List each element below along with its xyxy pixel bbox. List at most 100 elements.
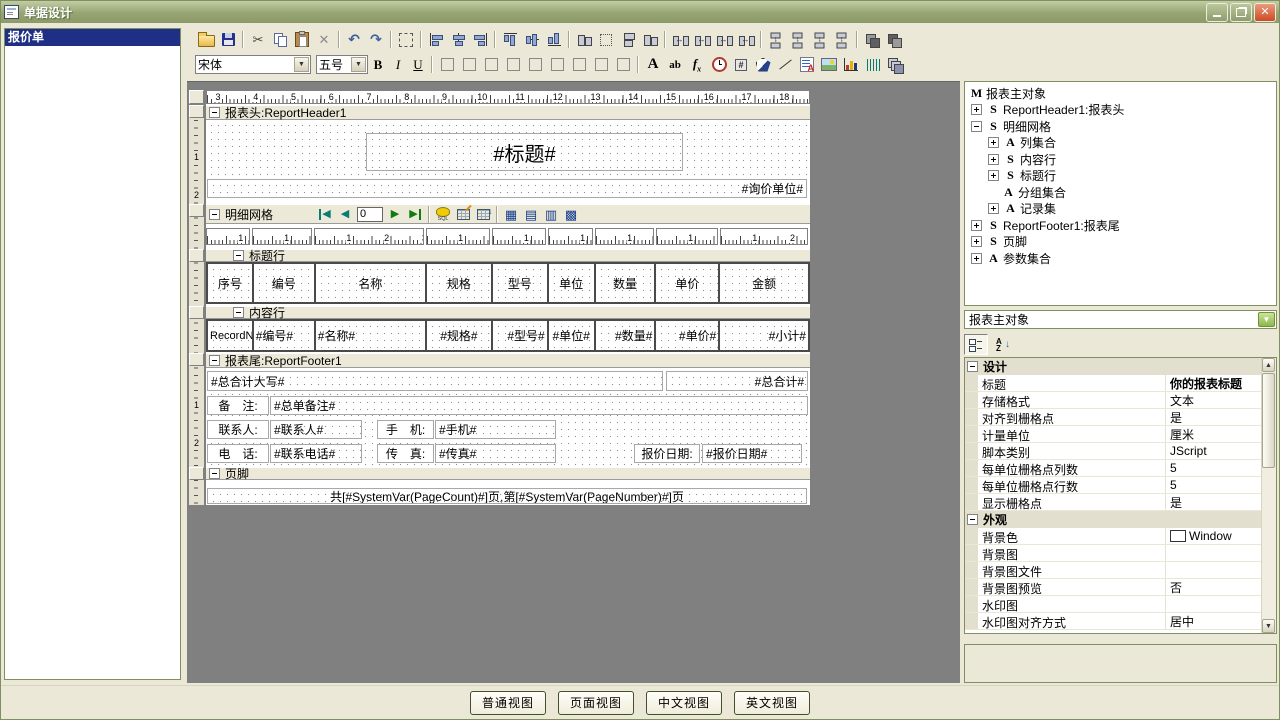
textalign-br-icon[interactable] (612, 54, 634, 75)
bold-button[interactable]: B (368, 55, 388, 75)
collapse-icon[interactable] (233, 307, 244, 318)
vspacing-remove-icon[interactable]: ↔ (831, 29, 853, 50)
contact-field[interactable]: #联系人# (270, 420, 362, 439)
copy-icon[interactable] (269, 29, 291, 50)
copies-icon[interactable] (884, 54, 906, 75)
font-family-combo[interactable]: 宋体 ▼ (195, 55, 311, 74)
content-cell[interactable]: #小计# (720, 321, 810, 350)
property-value[interactable] (1166, 545, 1262, 561)
tree-item[interactable]: S明细网格 (967, 118, 1274, 135)
title-cell[interactable]: 型号 (493, 264, 549, 302)
grid-all-icon[interactable]: ▦ (501, 204, 521, 225)
band-selector[interactable] (189, 467, 204, 480)
align-left-icon[interactable] (425, 29, 447, 50)
minimize-button[interactable] (1206, 3, 1228, 22)
textalign-mr-icon[interactable] (546, 54, 568, 75)
property-row[interactable]: 每单位栅格点列数5 (965, 460, 1262, 477)
property-value[interactable] (1166, 562, 1262, 578)
delete-icon[interactable]: ✕ (313, 29, 335, 50)
font-size-combo[interactable]: 五号 ▼ (316, 55, 368, 74)
expand-icon[interactable] (971, 236, 982, 247)
property-grid-scrollbar[interactable]: ▲ ▼ (1261, 358, 1276, 633)
object-selector-combo[interactable]: 报表主对象 ▼ (964, 310, 1277, 329)
tree-item[interactable]: A分组集合 (967, 184, 1274, 201)
property-value[interactable]: 厘米 (1166, 426, 1262, 442)
grand-total-field[interactable]: #总合计# (666, 371, 808, 391)
property-row[interactable]: 脚本类别JScript (965, 443, 1262, 460)
restore-button[interactable] (1230, 3, 1252, 22)
align-bottom-icon[interactable] (543, 29, 565, 50)
tree-item[interactable]: SReportFooter1:报表尾 (967, 217, 1274, 234)
collapse-icon[interactable] (971, 121, 982, 132)
scroll-down-icon[interactable]: ▼ (1262, 619, 1275, 633)
mobile-field[interactable]: #手机# (435, 420, 556, 439)
chevron-down-icon[interactable]: ▼ (294, 57, 309, 72)
band-report-footer[interactable]: 报表尾:ReportFooter1 (206, 353, 810, 368)
title-cell[interactable]: 金额 (720, 264, 810, 302)
categorized-icon[interactable] (964, 334, 988, 355)
collapse-icon[interactable] (967, 514, 978, 525)
align-vcenter-icon[interactable] (447, 29, 469, 50)
tree-item[interactable]: M报表主对象 (967, 85, 1274, 102)
contact-label[interactable]: 联系人: (207, 420, 269, 439)
property-value[interactable]: JScript (1166, 443, 1262, 459)
chevron-down-icon[interactable]: ▼ (1258, 312, 1275, 327)
property-value[interactable]: 否 (1166, 579, 1262, 595)
tree-item[interactable]: SReportHeader1:报表头 (967, 102, 1274, 119)
title-cell[interactable]: 序号 (208, 264, 254, 302)
band-detail-grid[interactable]: 明细网格 ◀◀▶▶SQL▦▤▥▩ (206, 204, 810, 224)
phone-label[interactable]: 电 话: (207, 444, 269, 463)
textalign-mc-icon[interactable] (524, 54, 546, 75)
nav-next-icon[interactable]: ▶ (385, 204, 405, 225)
alphabetical-icon[interactable]: AZ↓ (991, 334, 1015, 355)
scroll-up-icon[interactable]: ▲ (1262, 358, 1275, 372)
content-cell[interactable]: RecordNo (208, 321, 254, 350)
band-selector[interactable] (189, 306, 204, 319)
columns-icon[interactable] (473, 204, 493, 225)
report-list-item[interactable]: 报价单 (5, 29, 180, 46)
fax-label[interactable]: 传 真: (377, 444, 434, 463)
content-cell[interactable]: #单价# (656, 321, 720, 350)
pagenumber-icon[interactable]: # (730, 54, 752, 75)
property-row[interactable]: 背景图预览否 (965, 579, 1262, 596)
hspacing-decrease-icon[interactable]: ↔ (713, 29, 735, 50)
hspacing-increase-icon[interactable]: ↔ (691, 29, 713, 50)
inquiry-unit-field[interactable]: #询价单位# (207, 179, 807, 198)
textalign-bl-icon[interactable] (568, 54, 590, 75)
property-value[interactable]: 是 (1166, 494, 1262, 510)
remark-label[interactable]: 备 注: (207, 396, 269, 415)
expand-icon[interactable] (988, 170, 999, 181)
property-row[interactable]: 背景图 (965, 545, 1262, 562)
content-cell[interactable]: #规格# (427, 321, 493, 350)
band-selector[interactable] (189, 204, 204, 217)
same-width-icon[interactable] (573, 29, 595, 50)
record-nav-input[interactable] (357, 207, 383, 222)
view-button[interactable]: 页面视图 (558, 691, 634, 715)
quote-date-label[interactable]: 报价日期: (634, 444, 700, 463)
view-button[interactable]: 普通视图 (470, 691, 546, 715)
textalign-bc-icon[interactable] (590, 54, 612, 75)
property-row[interactable]: 水印图对齐方式居中 (965, 613, 1262, 630)
expand-icon[interactable] (971, 253, 982, 264)
tree-item[interactable]: S标题行 (967, 168, 1274, 185)
expand-icon[interactable] (971, 104, 982, 115)
same-size-icon[interactable] (639, 29, 661, 50)
expression-icon[interactable]: fx (686, 54, 708, 75)
nav-prev-icon[interactable]: ◀ (335, 204, 355, 225)
expand-icon[interactable] (988, 137, 999, 148)
property-row[interactable]: 水印图 (965, 596, 1262, 613)
property-category[interactable]: 设计 (965, 358, 1262, 375)
align-top-icon[interactable] (499, 29, 521, 50)
tree-item[interactable]: A参数集合 (967, 250, 1274, 267)
property-value[interactable] (1166, 596, 1262, 612)
label-icon[interactable]: A (642, 54, 664, 75)
align-right-icon[interactable] (469, 29, 491, 50)
bring-to-front-icon[interactable] (861, 29, 883, 50)
collapse-icon[interactable] (209, 107, 220, 118)
hspacing-remove-icon[interactable]: ↔ (735, 29, 757, 50)
paste-icon[interactable] (291, 29, 313, 50)
fields-icon[interactable] (453, 204, 473, 225)
border-frame-icon[interactable] (395, 29, 417, 50)
collapse-icon[interactable] (967, 361, 978, 372)
content-cell[interactable]: #名称# (316, 321, 427, 350)
